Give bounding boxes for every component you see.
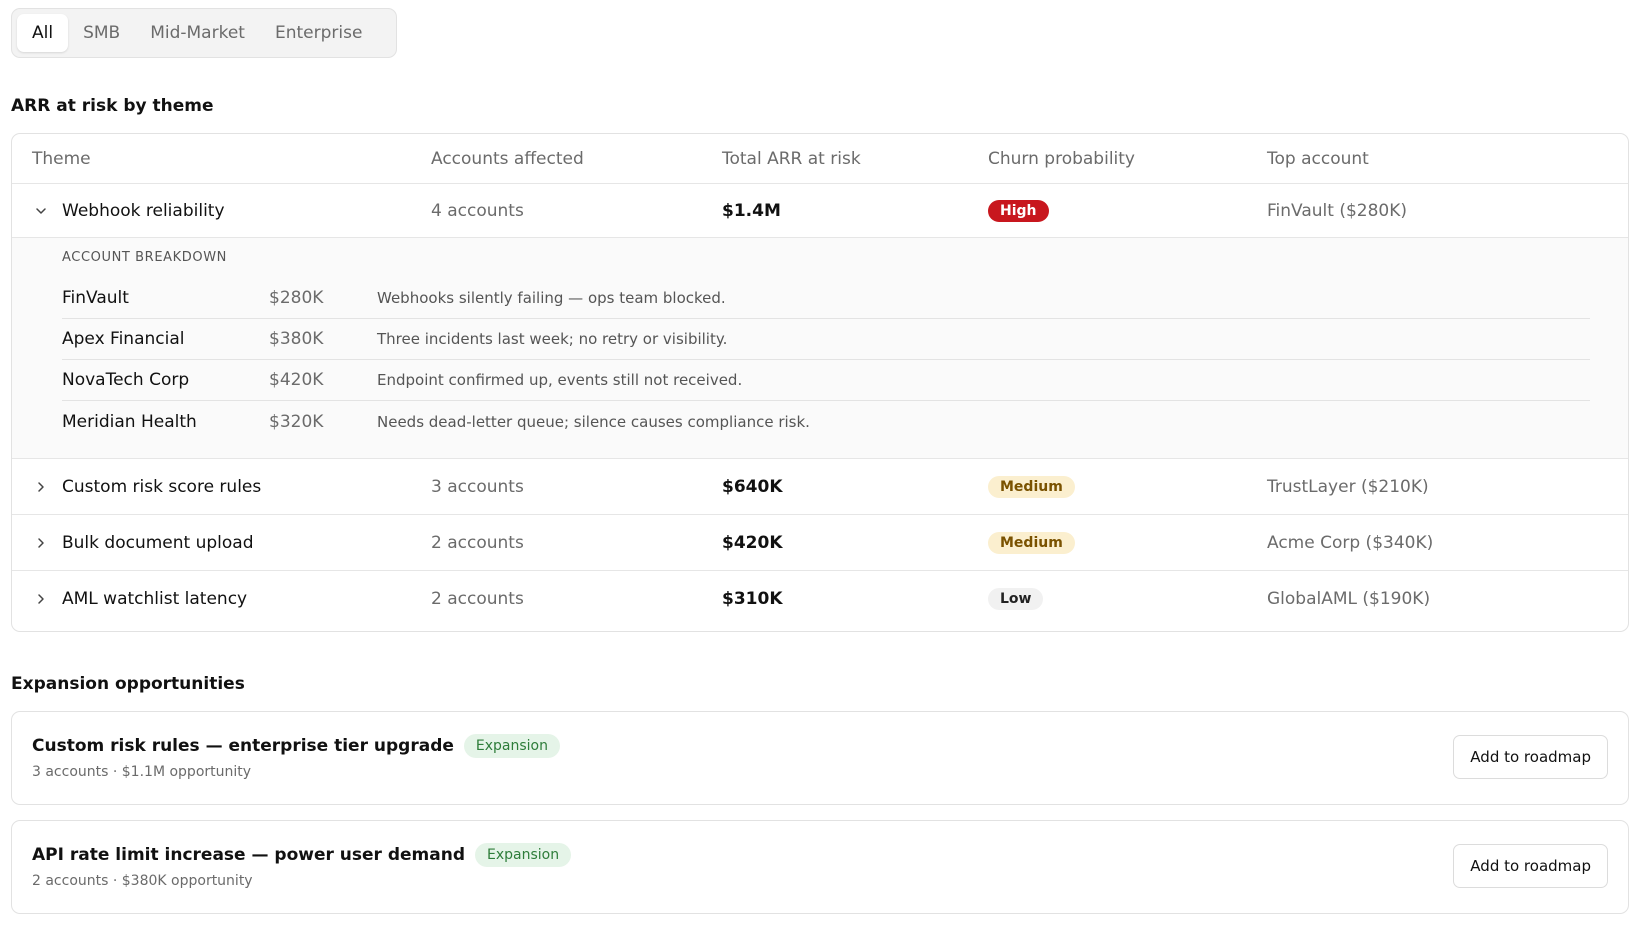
chevron-right-icon[interactable] [32, 534, 50, 552]
table-header: Theme Accounts affected Total ARR at ris… [12, 134, 1628, 184]
expansion-subtitle: 3 accounts · $1.1M opportunity [32, 764, 252, 780]
column-header-accounts: Accounts affected [431, 148, 584, 169]
breakdown-note: Needs dead-letter queue; silence causes … [377, 412, 810, 431]
breakdown-account-name: FinVault [62, 288, 129, 308]
churn-badge: Medium [988, 531, 1075, 554]
expansion-card: API rate limit increase — power user dem… [11, 820, 1629, 914]
expansion-card: Custom risk rules — enterprise tier upgr… [11, 711, 1629, 805]
breakdown-list: FinVault $280K Webhooks silently failing… [62, 278, 1590, 442]
arr-section-title: ARR at risk by theme [11, 96, 214, 116]
breakdown-account-name: Meridian Health [62, 411, 197, 432]
add-to-roadmap-button[interactable]: Add to roadmap [1453, 735, 1608, 779]
column-header-top-account: Top account [1267, 148, 1369, 169]
arr-risk-table: Theme Accounts affected Total ARR at ris… [11, 133, 1629, 632]
chevron-down-icon[interactable] [32, 202, 50, 220]
expansion-badge: Expansion [463, 734, 560, 758]
theme-name: AML watchlist latency [62, 589, 248, 609]
churn-badge: Low [988, 588, 1044, 610]
total-arr: $640K [722, 476, 783, 497]
tab-smb[interactable]: SMB [68, 14, 135, 52]
top-account: GlobalAML ($190K) [1267, 589, 1431, 609]
table-row[interactable]: Bulk document upload 2 accounts $420K Me… [12, 515, 1628, 571]
breakdown-amount: $320K [269, 411, 324, 432]
churn-badge: Medium [988, 475, 1075, 498]
churn-badge: High [988, 199, 1049, 222]
table-row[interactable]: Custom risk score rules 3 accounts $640K… [12, 459, 1628, 515]
top-account: TrustLayer ($210K) [1267, 476, 1429, 497]
theme-name: Webhook reliability [62, 200, 225, 221]
column-header-churn: Churn probability [988, 148, 1135, 169]
accounts-affected: 2 accounts [431, 532, 524, 553]
accounts-affected: 3 accounts [431, 476, 524, 497]
total-arr: $310K [722, 589, 783, 609]
list-item: Apex Financial $380K Three incidents las… [62, 319, 1590, 360]
expansion-subtitle: 2 accounts · $380K opportunity [32, 873, 253, 889]
table-row[interactable]: Webhook reliability 4 accounts $1.4M Hig… [12, 184, 1628, 238]
breakdown-account-name: Apex Financial [62, 329, 185, 349]
expansion-title: API rate limit increase — power user dem… [32, 845, 466, 865]
column-header-theme: Theme [32, 148, 91, 169]
theme-name: Bulk document upload [62, 532, 254, 553]
account-breakdown-panel: ACCOUNT BREAKDOWN FinVault $280K Webhook… [12, 238, 1628, 459]
list-item: Meridian Health $320K Needs dead-letter … [62, 401, 1590, 442]
breakdown-amount: $280K [269, 288, 324, 308]
accounts-affected: 4 accounts [431, 200, 524, 221]
top-account: FinVault ($280K) [1267, 200, 1408, 221]
chevron-right-icon[interactable] [32, 478, 50, 496]
tab-mid-market[interactable]: Mid-Market [135, 14, 260, 52]
expansion-section-title: Expansion opportunities [11, 674, 245, 694]
expansion-title: Custom risk rules — enterprise tier upgr… [32, 736, 454, 756]
expansion-badge: Expansion [475, 843, 572, 867]
top-account: Acme Corp ($340K) [1267, 532, 1434, 553]
accounts-affected: 2 accounts [431, 589, 524, 609]
segment-tabs: All SMB Mid-Market Enterprise [11, 8, 397, 58]
breakdown-account-name: NovaTech Corp [62, 370, 190, 390]
breakdown-note: Endpoint confirmed up, events still not … [377, 371, 743, 389]
add-to-roadmap-button[interactable]: Add to roadmap [1453, 844, 1608, 888]
total-arr: $420K [722, 532, 783, 553]
list-item: NovaTech Corp $420K Endpoint confirmed u… [62, 360, 1590, 401]
column-header-arr: Total ARR at risk [722, 148, 861, 169]
breakdown-title: ACCOUNT BREAKDOWN [62, 250, 227, 265]
breakdown-amount: $380K [269, 329, 324, 349]
chevron-right-icon[interactable] [32, 590, 50, 608]
breakdown-note: Webhooks silently failing — ops team blo… [377, 289, 726, 307]
table-row[interactable]: AML watchlist latency 2 accounts $310K L… [12, 571, 1628, 627]
breakdown-note: Three incidents last week; no retry or v… [377, 330, 728, 348]
breakdown-amount: $420K [269, 370, 324, 390]
tab-enterprise[interactable]: Enterprise [260, 14, 377, 52]
tab-all[interactable]: All [17, 14, 69, 52]
theme-name: Custom risk score rules [62, 476, 262, 497]
total-arr: $1.4M [722, 200, 781, 221]
list-item: FinVault $280K Webhooks silently failing… [62, 278, 1590, 319]
